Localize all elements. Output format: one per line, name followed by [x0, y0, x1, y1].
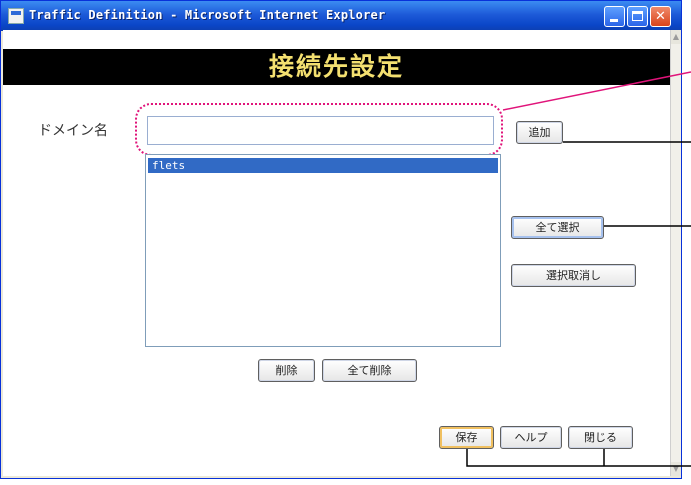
domain-label: ドメイン名 [38, 123, 108, 139]
deselect-button[interactable]: 選択取消し [511, 264, 636, 287]
maximize-button[interactable] [627, 6, 648, 27]
scroll-down-icon[interactable]: ▼ [671, 462, 681, 476]
close-window-button[interactable]: ✕ [650, 6, 671, 27]
window-title: Traffic Definition - Microsoft Internet … [29, 8, 386, 22]
minimize-button[interactable] [604, 6, 625, 27]
scroll-up-icon[interactable]: ▲ [671, 30, 681, 44]
callout-highlight [135, 103, 503, 156]
title-bar[interactable]: Traffic Definition - Microsoft Internet … [1, 1, 681, 31]
add-button[interactable]: 追加 [516, 121, 563, 144]
delete-all-button[interactable]: 全て削除 [322, 359, 417, 382]
page-heading: 接続先設定 [3, 49, 670, 85]
domain-listbox[interactable]: flets [145, 154, 501, 347]
vertical-scrollbar[interactable]: ▲ ▼ [670, 30, 681, 476]
ie-page-icon [8, 8, 24, 24]
select-all-button[interactable]: 全て選択 [511, 216, 604, 239]
list-item[interactable]: flets [148, 158, 498, 173]
help-button[interactable]: ヘルプ [500, 426, 562, 449]
save-button[interactable]: 保存 [439, 426, 494, 449]
delete-button[interactable]: 削除 [258, 359, 315, 382]
close-button[interactable]: 閉じる [568, 426, 633, 449]
